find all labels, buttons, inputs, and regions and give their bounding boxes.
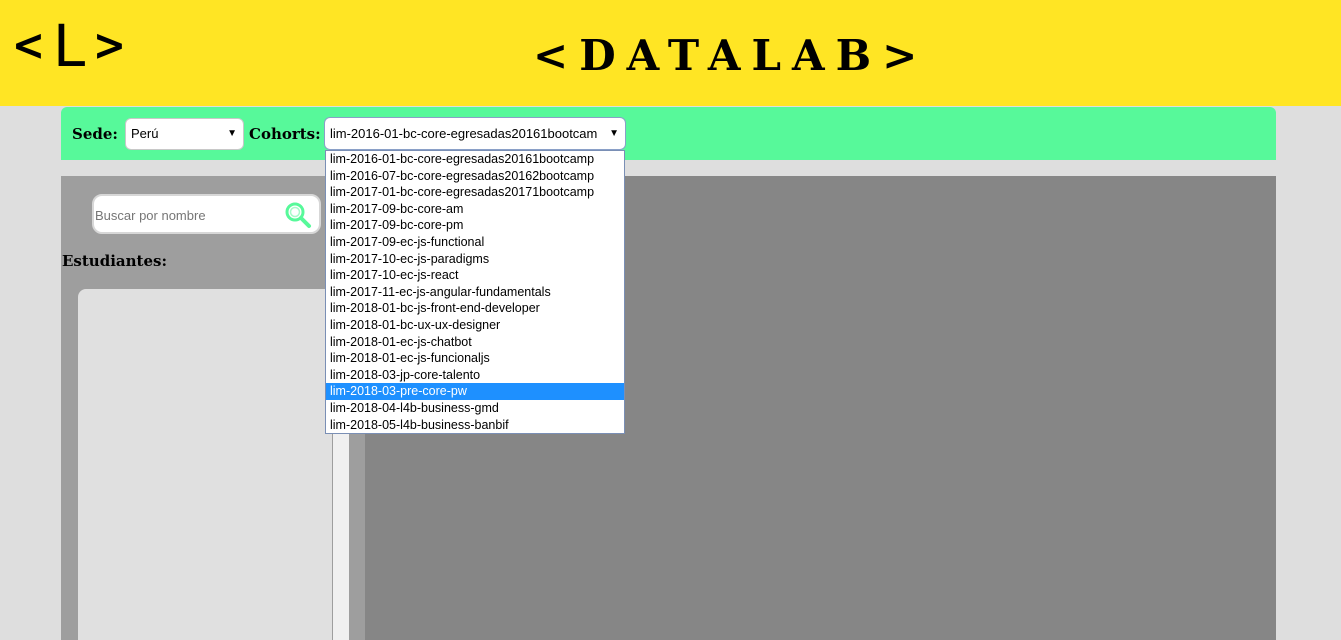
sede-select[interactable]: Perú ▼ [125, 118, 244, 150]
sede-select-value: Perú [131, 126, 159, 141]
cohort-option[interactable]: lim-2018-01-ec-js-funcionaljs [326, 350, 624, 367]
cohorts-label: Cohorts: [249, 125, 321, 143]
sede-label: Sede: [72, 125, 118, 143]
cohort-option[interactable]: lim-2016-01-bc-core-egresadas20161bootca… [326, 151, 624, 168]
cohorts-dropdown-list: lim-2016-01-bc-core-egresadas20161bootca… [325, 150, 625, 434]
student-list[interactable] [78, 289, 332, 640]
search-box [92, 194, 321, 234]
logo-right-bracket: > [93, 20, 127, 71]
brand-title: <DATALAB> [533, 31, 929, 80]
chevron-down-icon: ▼ [609, 128, 619, 139]
cohort-option[interactable]: lim-2018-05-l4b-business-banbif [326, 417, 624, 434]
cohort-option[interactable]: lim-2018-04-l4b-business-gmd [326, 400, 624, 417]
cohort-option[interactable]: lim-2017-01-bc-core-egresadas20171bootca… [326, 184, 624, 201]
cohort-option[interactable]: lim-2017-10-ec-js-paradigms [326, 251, 624, 268]
logo[interactable]: < L > [10, 14, 128, 78]
filter-bar: Sede: Perú ▼ Cohorts: lim-2016-01-bc-cor… [61, 107, 1276, 160]
cohort-option[interactable]: lim-2018-01-bc-js-front-end-developer [326, 300, 624, 317]
logo-letter: L [52, 12, 86, 80]
cohort-option[interactable]: lim-2017-11-ec-js-angular-fundamentals [326, 284, 624, 301]
cohort-option[interactable]: lim-2018-01-bc-ux-ux-designer [326, 317, 624, 334]
students-label: Estudiantes: [62, 252, 167, 270]
search-input[interactable] [94, 196, 277, 234]
cohorts-select-value: lim-2016-01-bc-core-egresadas20161bootca… [330, 126, 598, 141]
cohort-option[interactable]: lim-2017-09-ec-js-functional [326, 234, 624, 251]
cohort-option[interactable]: lim-2018-01-ec-js-chatbot [326, 334, 624, 351]
header: < L > <DATALAB> [0, 0, 1341, 106]
cohort-option[interactable]: lim-2018-03-pre-core-pw [326, 383, 624, 400]
cohort-option[interactable]: lim-2017-09-bc-core-am [326, 201, 624, 218]
cohort-option[interactable]: lim-2017-09-bc-core-pm [326, 217, 624, 234]
cohorts-select[interactable]: lim-2016-01-bc-core-egresadas20161bootca… [324, 117, 626, 150]
logo-left-bracket: < [11, 20, 46, 71]
chevron-down-icon: ▼ [227, 128, 237, 139]
cohort-option[interactable]: lim-2018-03-jp-core-talento [326, 367, 624, 384]
cohort-option[interactable]: lim-2016-07-bc-core-egresadas20162bootca… [326, 168, 624, 185]
search-icon[interactable] [284, 201, 312, 229]
cohort-option[interactable]: lim-2017-10-ec-js-react [326, 267, 624, 284]
